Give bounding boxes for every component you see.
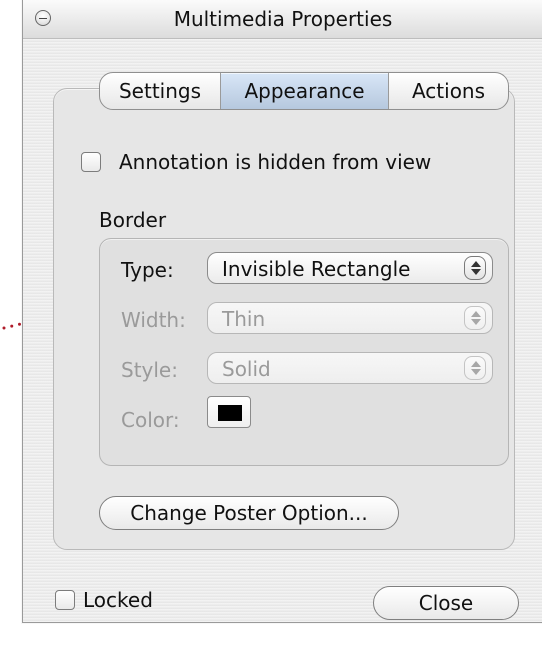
popup-arrows-icon — [464, 356, 486, 380]
width-label: Width: — [121, 308, 186, 332]
style-value: Solid — [222, 357, 271, 381]
color-label: Color: — [121, 408, 180, 432]
border-group-title: Border — [99, 208, 167, 232]
tabs: Settings Appearance Actions — [99, 72, 509, 110]
type-popup[interactable]: Invisible Rectangle — [207, 252, 493, 284]
multimedia-properties-window: Multimedia Properties Settings Appearanc… — [22, 0, 542, 623]
locked-checkbox[interactable] — [55, 590, 75, 610]
annotation-hidden-checkbox[interactable] — [81, 152, 101, 172]
tab-settings[interactable]: Settings — [100, 73, 221, 109]
locked-label: Locked — [83, 588, 153, 612]
popup-arrows-icon — [464, 256, 486, 280]
close-button[interactable]: Close — [373, 586, 519, 620]
width-value: Thin — [222, 307, 266, 331]
type-value: Invisible Rectangle — [222, 257, 411, 281]
tab-actions[interactable]: Actions — [389, 73, 508, 109]
window-title: Multimedia Properties — [173, 7, 393, 31]
type-label: Type: — [121, 258, 174, 282]
annotation-hidden-label: Annotation is hidden from view — [119, 150, 432, 174]
titlebar: Multimedia Properties — [23, 0, 542, 39]
style-popup: Solid — [207, 352, 493, 384]
change-poster-option-button[interactable]: Change Poster Option... — [99, 496, 399, 530]
color-swatch — [207, 396, 251, 428]
tab-appearance[interactable]: Appearance — [221, 73, 389, 109]
popup-arrows-icon — [464, 306, 486, 330]
style-label: Style: — [121, 358, 178, 382]
width-popup: Thin — [207, 302, 493, 334]
